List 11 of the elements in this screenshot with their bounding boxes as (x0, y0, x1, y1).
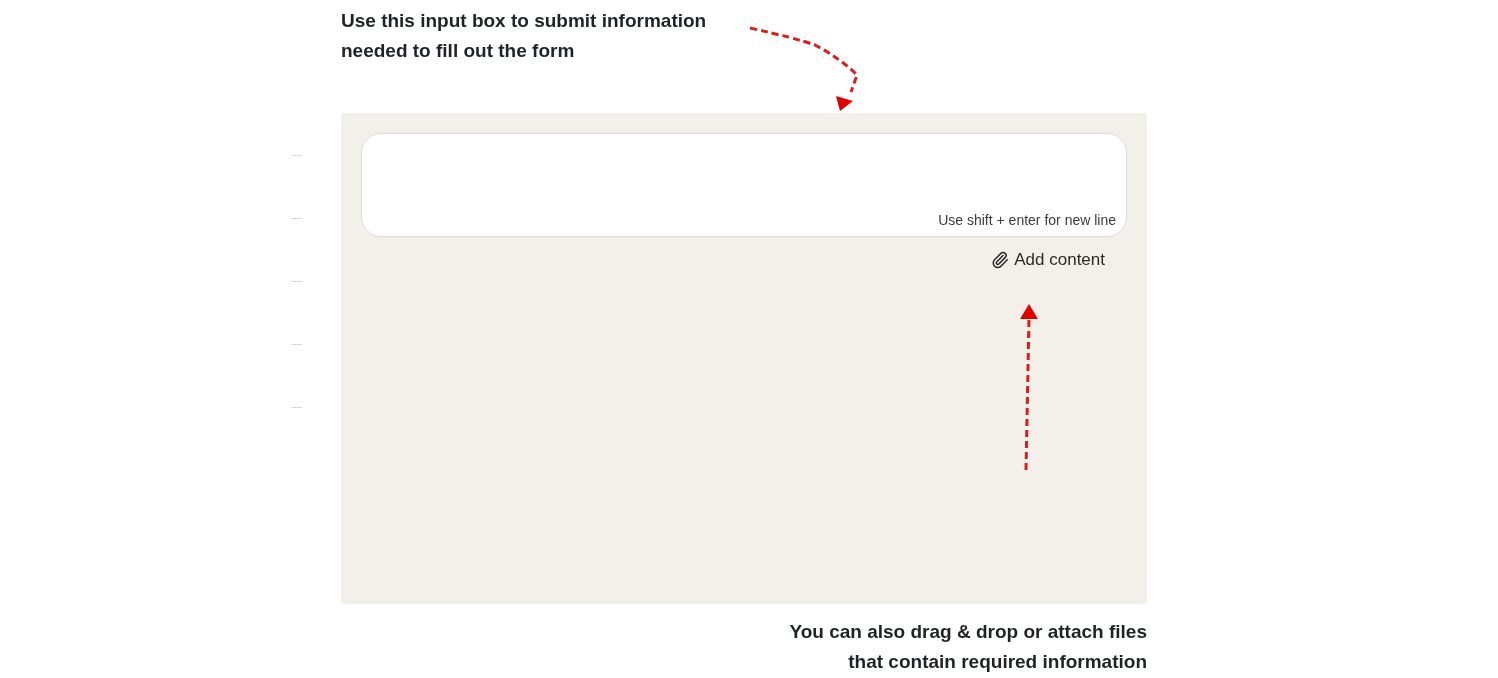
paperclip-icon (991, 250, 1010, 270)
dash-mark (291, 344, 302, 345)
add-content-button[interactable]: Add content (983, 247, 1113, 273)
dash-mark (291, 407, 302, 408)
input-field[interactable]: Use shift + enter for new line (361, 133, 1127, 237)
instruction-text: You can also drag & drop or attach files that contain required information (788, 620, 1147, 674)
dash-mark (291, 155, 302, 156)
dash-mark (291, 218, 302, 219)
dash-mark (291, 281, 302, 282)
instruction-text: Use this input box to submit information needed to fill out the form (341, 9, 708, 63)
hint-text: Use shift + enter for new line (938, 211, 1117, 230)
